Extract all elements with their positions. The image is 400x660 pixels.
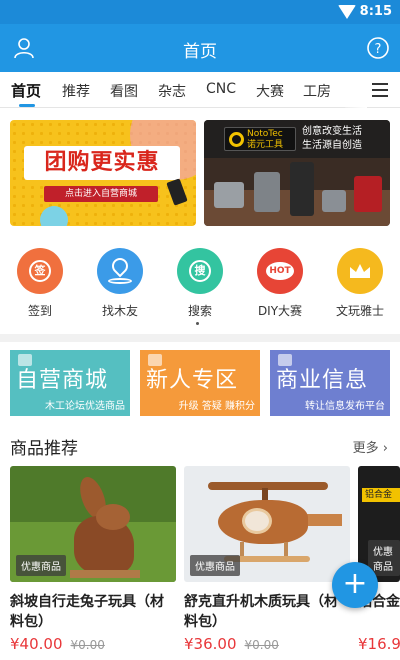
tile-business-info[interactable]: 商业信息 转让信息发布平台	[270, 350, 390, 416]
quick-action-diy-contest[interactable]: HOT DIY大赛	[240, 248, 320, 319]
banner-nototec[interactable]: NotoTec 诺元工具 创意改变生活 生活源自创造	[204, 120, 390, 226]
rabbit-head	[96, 504, 130, 530]
current-price: ¥16.9	[358, 635, 400, 653]
product-card[interactable]: 优惠商品 斜坡自行走兔子玩具（材料包） ¥40.00 ¥0.00	[10, 466, 176, 653]
wifi-icon	[338, 5, 356, 19]
app-bar: 首页 ?	[0, 24, 400, 72]
quick-action-label: DIY大赛	[257, 304, 303, 318]
quick-action-find-friends[interactable]: 找木友	[80, 248, 160, 319]
tile-newcomer[interactable]: 新人专区 升级 答疑 赚积分	[140, 350, 260, 416]
heli-rotor	[208, 482, 328, 490]
page-title: 首页	[183, 42, 217, 62]
tab-magazine[interactable]: 杂志	[158, 81, 186, 101]
tile-subtitle: 转让信息发布平台	[305, 401, 385, 412]
section-divider	[0, 334, 400, 342]
tile-self-mall[interactable]: 自营商城 木工论坛优选商品	[10, 350, 130, 416]
pin-shape	[108, 254, 132, 278]
tab-fade	[345, 72, 367, 108]
page-indicator	[196, 322, 199, 325]
banner-slogan: 创意改变生活 生活源自创造	[302, 125, 384, 153]
old-price: ¥0.00	[70, 638, 105, 652]
quick-action-sign-in[interactable]: 签 签到	[0, 248, 80, 319]
heli-window	[242, 508, 272, 534]
quick-action-label: 搜索	[187, 304, 212, 318]
category-tabs: 首页 推荐 看图 杂志 CNC 大赛 工房	[0, 72, 400, 108]
menu-icon[interactable]	[372, 83, 388, 97]
product-name: 斜坡自行走兔子玩具（材料包）	[10, 594, 164, 630]
tile-title: 新人专区	[146, 368, 239, 393]
svg-text:?: ?	[375, 42, 382, 57]
tile-title: 自营商城	[16, 368, 109, 393]
tab-home[interactable]: 首页	[11, 80, 41, 101]
product-tag: 铝合金	[362, 488, 400, 502]
product-name: 舒克直升机木质玩具（材料包）	[184, 594, 338, 630]
brand-name: NotoTec	[247, 129, 283, 139]
product-image: 优惠商品	[184, 466, 350, 582]
search-icon: 搜	[177, 248, 223, 294]
hot-icon: HOT	[257, 248, 303, 294]
slogan-line-1: 创意改变生活	[302, 126, 362, 137]
discount-badge: 优惠商品	[16, 555, 66, 576]
machine-image	[354, 176, 382, 212]
chevron-right-icon: ›	[382, 441, 388, 456]
banner-group-buy[interactable]: 团购更实惠 点击进入自营商城	[10, 120, 196, 226]
sign-in-glyph: 签	[29, 260, 51, 282]
quick-action-search[interactable]: 搜 搜索	[160, 248, 240, 319]
banner-headline: 团购更实惠	[24, 146, 180, 180]
pin-base	[108, 278, 132, 284]
tab-pictures[interactable]: 看图	[110, 81, 138, 101]
tab-contest[interactable]: 大赛	[256, 81, 284, 101]
tab-active-indicator	[19, 104, 35, 107]
ramp	[70, 570, 140, 578]
crown-shape	[350, 264, 370, 278]
search-glyph: 搜	[189, 260, 211, 282]
tile-subtitle: 升级 答疑 赚积分	[178, 401, 255, 412]
quick-action-label: 文玩雅士	[335, 304, 384, 318]
banner-deco	[40, 206, 68, 226]
status-bar: 8:15	[0, 0, 400, 24]
quick-action-label: 签到	[27, 304, 52, 318]
machine-image	[290, 162, 314, 216]
machine-image	[322, 190, 346, 212]
product-price: ¥36.00 ¥0.00	[184, 635, 350, 653]
tile-title: 商业信息	[276, 368, 369, 393]
tab-workshop[interactable]: 工房	[303, 81, 331, 101]
product-card[interactable]: 铝合金 优惠商品 铝合金角度尺 ¥16.9	[358, 466, 400, 653]
tile-subtitle: 木工论坛优选商品	[45, 401, 125, 412]
banner-cta: 点击进入自营商城	[44, 186, 158, 202]
status-time: 8:15	[359, 4, 392, 19]
more-label: 更多	[352, 441, 379, 456]
tab-cnc[interactable]: CNC	[206, 81, 236, 97]
quick-action-collectors[interactable]: 文玩雅士	[320, 248, 400, 319]
section-title: 商品推荐	[10, 439, 78, 459]
sign-in-icon: 签	[17, 248, 63, 294]
product-image: 优惠商品	[10, 466, 176, 582]
current-price: ¥36.00	[184, 635, 237, 653]
brand-logo: NotoTec 诺元工具	[224, 127, 296, 151]
current-price: ¥40.00	[10, 635, 63, 653]
machine-image	[214, 182, 244, 208]
brand-mark-icon	[229, 132, 244, 147]
brand-name-cn: 诺元工具	[247, 140, 284, 150]
more-link[interactable]: 更多 ›	[353, 437, 388, 456]
tab-recommend[interactable]: 推荐	[62, 81, 90, 101]
slogan-line-2: 生活源自创造	[302, 140, 362, 151]
discount-badge: 优惠商品	[190, 555, 240, 576]
hot-glyph: HOT	[266, 262, 294, 280]
quick-action-label: 找木友	[101, 304, 138, 318]
product-card[interactable]: 优惠商品 舒克直升机木质玩具（材料包） ¥36.00 ¥0.00	[184, 466, 350, 653]
machine-image	[254, 172, 280, 212]
old-price: ¥0.00	[244, 638, 279, 652]
help-icon[interactable]: ?	[366, 36, 390, 60]
add-button[interactable]: +	[332, 562, 378, 608]
location-pin-icon	[97, 248, 143, 294]
crown-icon	[337, 248, 383, 294]
product-price: ¥40.00 ¥0.00	[10, 635, 176, 653]
